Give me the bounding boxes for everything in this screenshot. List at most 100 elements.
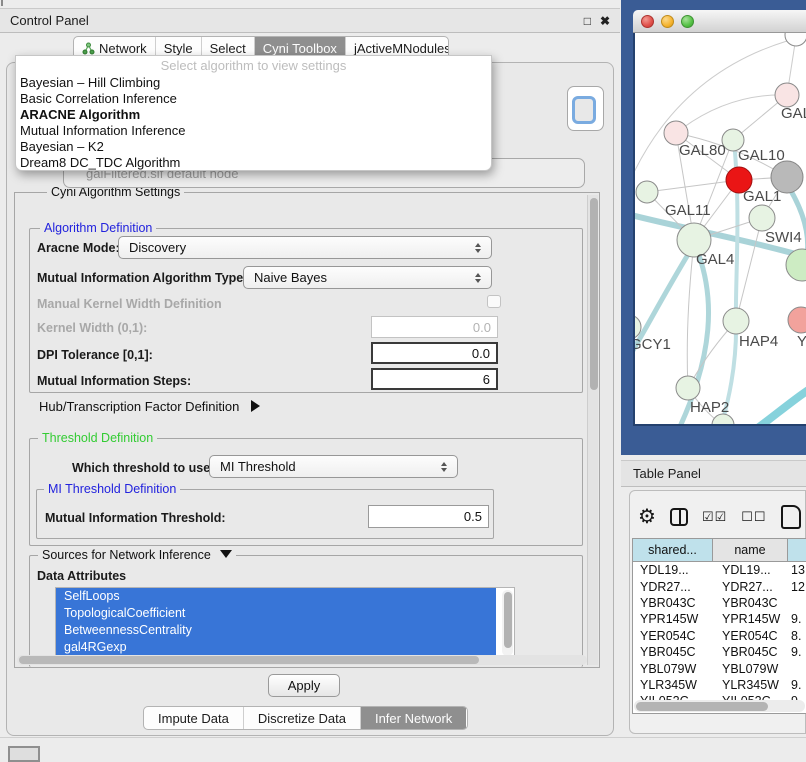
cell[interactable]: 9.: [788, 645, 806, 659]
cell[interactable]: 9.: [788, 612, 806, 626]
tab-impute-data[interactable]: Impute Data: [144, 707, 244, 729]
cell[interactable]: YPR145W: [633, 612, 713, 626]
algorithm-option[interactable]: Dream8 DC_TDC Algorithm: [16, 155, 491, 171]
attribute-item-selected[interactable]: BetweennessCentrality: [56, 622, 496, 639]
column-header-cut[interactable]: [788, 539, 806, 561]
cell[interactable]: YDL19...: [633, 563, 713, 577]
minimize-traffic-light[interactable]: [661, 15, 674, 28]
cell[interactable]: YBR045C: [713, 645, 788, 659]
mi-threshold-field[interactable]: 0.5: [368, 505, 489, 528]
cell[interactable]: YLR345W: [633, 678, 713, 692]
node-label-gal4: GAL4: [696, 251, 734, 268]
tab-discretize-data[interactable]: Discretize Data: [244, 707, 361, 729]
network-node-gal11[interactable]: [636, 181, 658, 203]
checked-boxes-icon[interactable]: ☑☑: [702, 509, 727, 525]
close-window-icon[interactable]: ✖: [600, 14, 610, 28]
algorithm-option[interactable]: Bayesian – K2: [16, 139, 491, 155]
network-node-hap2[interactable]: [676, 376, 700, 400]
cell[interactable]: 12: [788, 580, 806, 594]
attribute-item-selected[interactable]: gal4RGexp: [56, 639, 496, 656]
cell[interactable]: YDL19...: [713, 563, 788, 577]
table-horizontal-scrollbar[interactable]: [634, 700, 805, 712]
network-node-gal[interactable]: [775, 83, 799, 107]
attribute-item-selected[interactable]: TopologicalCoefficient: [56, 605, 496, 622]
cell[interactable]: YBR043C: [713, 596, 788, 610]
algorithm-option[interactable]: Mutual Information Inference: [16, 123, 491, 139]
gear-icon[interactable]: ⚙: [638, 507, 656, 527]
cell[interactable]: YER054C: [713, 629, 788, 643]
apply-button-label: Apply: [288, 678, 321, 693]
network-window-titlebar[interactable]: [633, 10, 806, 33]
tab-cyni-toolbox-label: Cyni Toolbox: [263, 41, 337, 56]
table-row[interactable]: YBL079W YBL079W: [633, 660, 806, 676]
table-row[interactable]: YLR345W YLR345W 9.: [633, 677, 806, 693]
node-table: shared... name YDL19... YDL19... 13 YDR2…: [632, 538, 806, 714]
mi-threshold-group-title: MI Threshold Definition: [44, 482, 180, 496]
table-row[interactable]: YER054C YER054C 8.: [633, 628, 806, 644]
table-row[interactable]: YDR27... YDR27... 12: [633, 578, 806, 594]
network-canvas[interactable]: GAL80 GAL10 GAL1 GAL11 SWI4 GAL4 GCY1 HA…: [633, 33, 806, 426]
cell[interactable]: 9.: [788, 678, 806, 692]
network-node[interactable]: [785, 33, 806, 46]
cell[interactable]: YBL079W: [713, 662, 788, 676]
cell[interactable]: YDR27...: [713, 580, 788, 594]
screen: Control Panel □ ✖ Network Style Select C…: [0, 0, 806, 762]
node-label-hap2: HAP2: [690, 399, 729, 416]
unchecked-boxes-icon[interactable]: ☐☐: [741, 509, 766, 525]
hub-definition-expander[interactable]: Hub/Transcription Factor Definition: [39, 399, 260, 414]
aracne-mode-combo[interactable]: Discovery: [118, 236, 492, 259]
sources-group-title-wrap[interactable]: Sources for Network Inference: [38, 548, 236, 562]
columns-icon[interactable]: [670, 508, 688, 526]
cell[interactable]: YDR27...: [633, 580, 713, 594]
table-row[interactable]: YDL19... YDL19... 13: [633, 562, 806, 578]
zoom-traffic-light[interactable]: [681, 15, 694, 28]
cell[interactable]: YBL079W: [633, 662, 713, 676]
cell[interactable]: YBR045C: [633, 645, 713, 659]
kernel-width-field[interactable]: 0.0: [371, 316, 498, 338]
table-header-row: shared... name: [633, 539, 806, 562]
tab-infer-network[interactable]: Infer Network: [361, 707, 466, 729]
column-header-name[interactable]: name: [713, 539, 788, 561]
algorithm-option[interactable]: Bayesian – Hill Climbing: [16, 75, 491, 91]
algorithm-option-selected[interactable]: ARACNE Algorithm: [16, 107, 491, 123]
column-header-shared-name[interactable]: shared...: [633, 539, 713, 561]
mi-steps-value: 6: [483, 372, 490, 387]
cell[interactable]: YPR145W: [713, 612, 788, 626]
inference-algorithm-combo-fragment[interactable]: [567, 86, 604, 131]
settings-vertical-scrollbar[interactable]: [587, 195, 598, 665]
algorithm-option[interactable]: Basic Correlation Inference: [16, 91, 491, 107]
cell[interactable]: YBR043C: [633, 596, 713, 610]
cell[interactable]: YLR345W: [713, 678, 788, 692]
network-node-pink[interactable]: [788, 307, 806, 333]
table-row[interactable]: YPR145W YPR145W 9.: [633, 611, 806, 627]
cell[interactable]: YER054C: [633, 629, 713, 643]
network-node-hap4[interactable]: [723, 308, 749, 334]
manual-kernel-checkbox[interactable]: [487, 295, 501, 308]
attributes-scrollbar[interactable]: [502, 590, 513, 656]
dpi-tolerance-value: 0.0: [472, 346, 490, 361]
combo-focus-ring: [572, 96, 596, 124]
table-row-partial[interactable]: YIL052C YIL052C 9: [633, 693, 806, 700]
attribute-item-selected[interactable]: SelfLoops: [56, 588, 496, 605]
cyni-algorithm-settings-panel: Cyni Algorithm Settings Algorithm Defini…: [14, 192, 600, 668]
settings-horizontal-scrollbar[interactable]: [17, 655, 587, 665]
close-traffic-light[interactable]: [641, 15, 654, 28]
kernel-width-label: Kernel Width (0,1):: [37, 321, 147, 335]
document-icon[interactable]: [781, 505, 801, 529]
table-row[interactable]: YBR043C YBR043C: [633, 595, 806, 611]
mi-steps-label: Mutual Information Steps:: [37, 374, 191, 388]
network-icon: [82, 42, 95, 55]
cell[interactable]: 8.: [788, 629, 806, 643]
tab-jactivemnodules-label: jActiveMNodules: [354, 41, 449, 56]
cell[interactable]: 13: [788, 563, 806, 577]
mi-steps-field[interactable]: 6: [371, 368, 498, 390]
apply-button[interactable]: Apply: [268, 674, 340, 697]
network-node-gal1[interactable]: [749, 205, 775, 231]
data-attributes-list: SelfLoops TopologicalCoefficient Between…: [55, 587, 515, 658]
bottom-left-mini-button[interactable]: [8, 746, 40, 762]
float-window-icon[interactable]: □: [584, 14, 591, 28]
which-threshold-combo[interactable]: MI Threshold: [209, 455, 458, 478]
mi-type-combo[interactable]: Naive Bayes: [243, 266, 492, 289]
dpi-tolerance-field[interactable]: 0.0: [371, 342, 498, 364]
table-row[interactable]: YBR045C YBR045C 9.: [633, 644, 806, 660]
